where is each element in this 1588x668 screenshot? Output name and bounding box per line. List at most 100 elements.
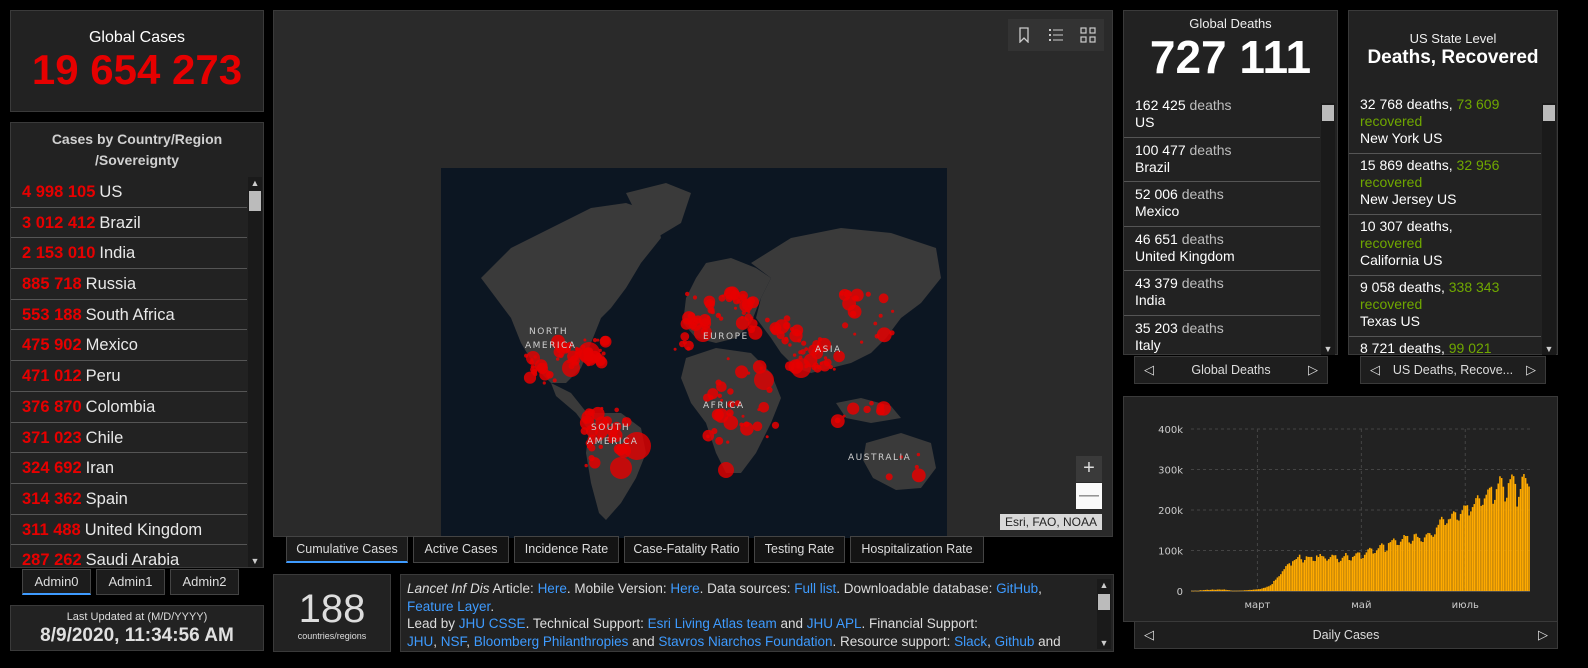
info-scrollbar[interactable]: ▲ ▼ (1097, 579, 1111, 649)
case-dot[interactable] (891, 309, 895, 313)
chart-bar[interactable] (1232, 590, 1234, 592)
chart-bar[interactable] (1268, 586, 1270, 591)
case-dot[interactable] (765, 435, 769, 439)
chart-bar[interactable] (1471, 507, 1474, 591)
chart-bar[interactable] (1393, 538, 1395, 591)
chart-bar[interactable] (1476, 495, 1479, 591)
chart-bar[interactable] (1254, 589, 1256, 592)
us-state-row[interactable]: 8 721 deaths, 99 021recovered (1349, 337, 1541, 355)
case-dot[interactable] (530, 364, 535, 369)
basemap-gallery-icon[interactable] (1072, 19, 1104, 51)
deaths-row[interactable]: 35 203 deaths Italy (1124, 316, 1320, 356)
next-arrow-icon[interactable]: ▷ (1533, 622, 1553, 648)
case-dot[interactable] (726, 440, 730, 444)
case-dot[interactable] (876, 401, 891, 416)
case-dot[interactable] (542, 381, 546, 385)
chart-bar[interactable] (1242, 590, 1244, 592)
scroll-up-icon[interactable]: ▲ (1097, 579, 1111, 591)
case-dot[interactable] (673, 347, 677, 351)
case-dot[interactable] (583, 338, 587, 342)
chart-bar[interactable] (1238, 590, 1241, 592)
chart-bar[interactable] (1338, 562, 1340, 591)
chart-bar[interactable] (1315, 555, 1318, 591)
tab-hospitalization-rate[interactable]: Hospitalization Rate (850, 536, 984, 563)
case-dot[interactable] (734, 306, 737, 310)
case-dot[interactable] (853, 332, 857, 336)
case-dot[interactable] (556, 357, 560, 361)
chart-bar[interactable] (1464, 505, 1467, 591)
deaths-row[interactable]: 100 477 deaths Brazil (1124, 138, 1320, 182)
chart-bar[interactable] (1274, 579, 1277, 591)
chart-bar[interactable] (1256, 589, 1258, 591)
scroll-thumb[interactable] (1098, 594, 1110, 610)
chart-bar[interactable] (1519, 488, 1522, 591)
chart-bar[interactable] (1233, 590, 1236, 592)
case-dot[interactable] (740, 422, 754, 436)
link-feature-layer[interactable]: Feature Layer (407, 599, 490, 614)
chart-bar[interactable] (1191, 590, 1193, 592)
case-dot[interactable] (708, 395, 714, 401)
link-github-resource[interactable]: Github (995, 634, 1035, 649)
chart-bar[interactable] (1410, 543, 1412, 591)
chart-bar[interactable] (1235, 590, 1238, 592)
scroll-up-icon[interactable]: ▲ (248, 177, 262, 189)
country-row[interactable]: 2 153 010 India (11, 238, 247, 270)
zoom-in-button[interactable]: + (1076, 456, 1102, 482)
chart-bar[interactable] (1381, 543, 1383, 591)
link-jhu-apl[interactable]: JHU APL (807, 616, 862, 631)
chart-bar[interactable] (1452, 511, 1455, 591)
country-row[interactable]: 324 692 Iran (11, 453, 247, 484)
chart-bar[interactable] (1290, 565, 1292, 591)
next-arrow-icon[interactable]: ▷ (1303, 357, 1323, 383)
case-dot[interactable] (788, 343, 792, 347)
chart-bar[interactable] (1372, 553, 1375, 591)
case-dot[interactable] (783, 315, 791, 322)
tab-admin1[interactable]: Admin1 (96, 569, 165, 595)
chart-bar[interactable] (1447, 519, 1450, 591)
chart-bar[interactable] (1485, 494, 1488, 591)
chart-bar[interactable] (1408, 542, 1410, 591)
chart-bar[interactable] (1273, 580, 1275, 591)
chart-bar[interactable] (1307, 556, 1309, 591)
chart-bar[interactable] (1249, 589, 1251, 591)
chart-bar[interactable] (1516, 506, 1518, 591)
chart-bar[interactable] (1490, 486, 1493, 591)
chart-bar[interactable] (1351, 556, 1354, 591)
chart-bar[interactable] (1345, 553, 1347, 591)
case-dot[interactable] (811, 364, 817, 370)
chart-bar[interactable] (1406, 535, 1409, 591)
chart-bar[interactable] (1449, 518, 1452, 591)
bookmark-icon[interactable] (1008, 19, 1040, 51)
chart-bar[interactable] (1456, 519, 1458, 591)
chart-bar[interactable] (1422, 542, 1424, 591)
chart-bar[interactable] (1271, 584, 1274, 591)
chart-bar[interactable] (1430, 535, 1433, 591)
chart-bar[interactable] (1192, 590, 1195, 592)
deaths-row[interactable]: 52 006 deaths Mexico (1124, 182, 1320, 227)
case-dot[interactable] (589, 457, 601, 469)
scroll-down-icon[interactable]: ▼ (248, 555, 262, 567)
chart-bar[interactable] (1526, 483, 1529, 591)
chart-bar[interactable] (1518, 496, 1520, 591)
chart-bar[interactable] (1304, 560, 1306, 591)
country-row[interactable]: 3 012 412 Brazil (11, 208, 247, 239)
chart-bar[interactable] (1369, 547, 1371, 591)
chart-bar[interactable] (1394, 540, 1397, 591)
link-jhu[interactable]: JHU (407, 634, 433, 649)
case-dot[interactable] (769, 322, 782, 334)
chart-bar[interactable] (1411, 540, 1414, 591)
chart-bar[interactable] (1334, 555, 1337, 591)
us-state-row[interactable]: 10 307 deaths, recovered California US (1349, 215, 1541, 276)
case-dot[interactable] (710, 310, 715, 315)
link-github[interactable]: GitHub (996, 581, 1038, 596)
chart-bar[interactable] (1423, 537, 1426, 591)
chart-bar[interactable] (1417, 536, 1419, 591)
case-dot[interactable] (843, 290, 852, 298)
chart-bar[interactable] (1220, 589, 1222, 591)
case-dot[interactable] (823, 356, 828, 360)
chart-bar[interactable] (1199, 590, 1202, 591)
country-row[interactable]: 314 362 Spain (11, 484, 247, 515)
case-dot[interactable] (601, 351, 606, 356)
case-dot[interactable] (800, 349, 806, 355)
us-state-row[interactable]: 9 058 deaths, 338 343 recovered Texas US (1349, 276, 1541, 337)
